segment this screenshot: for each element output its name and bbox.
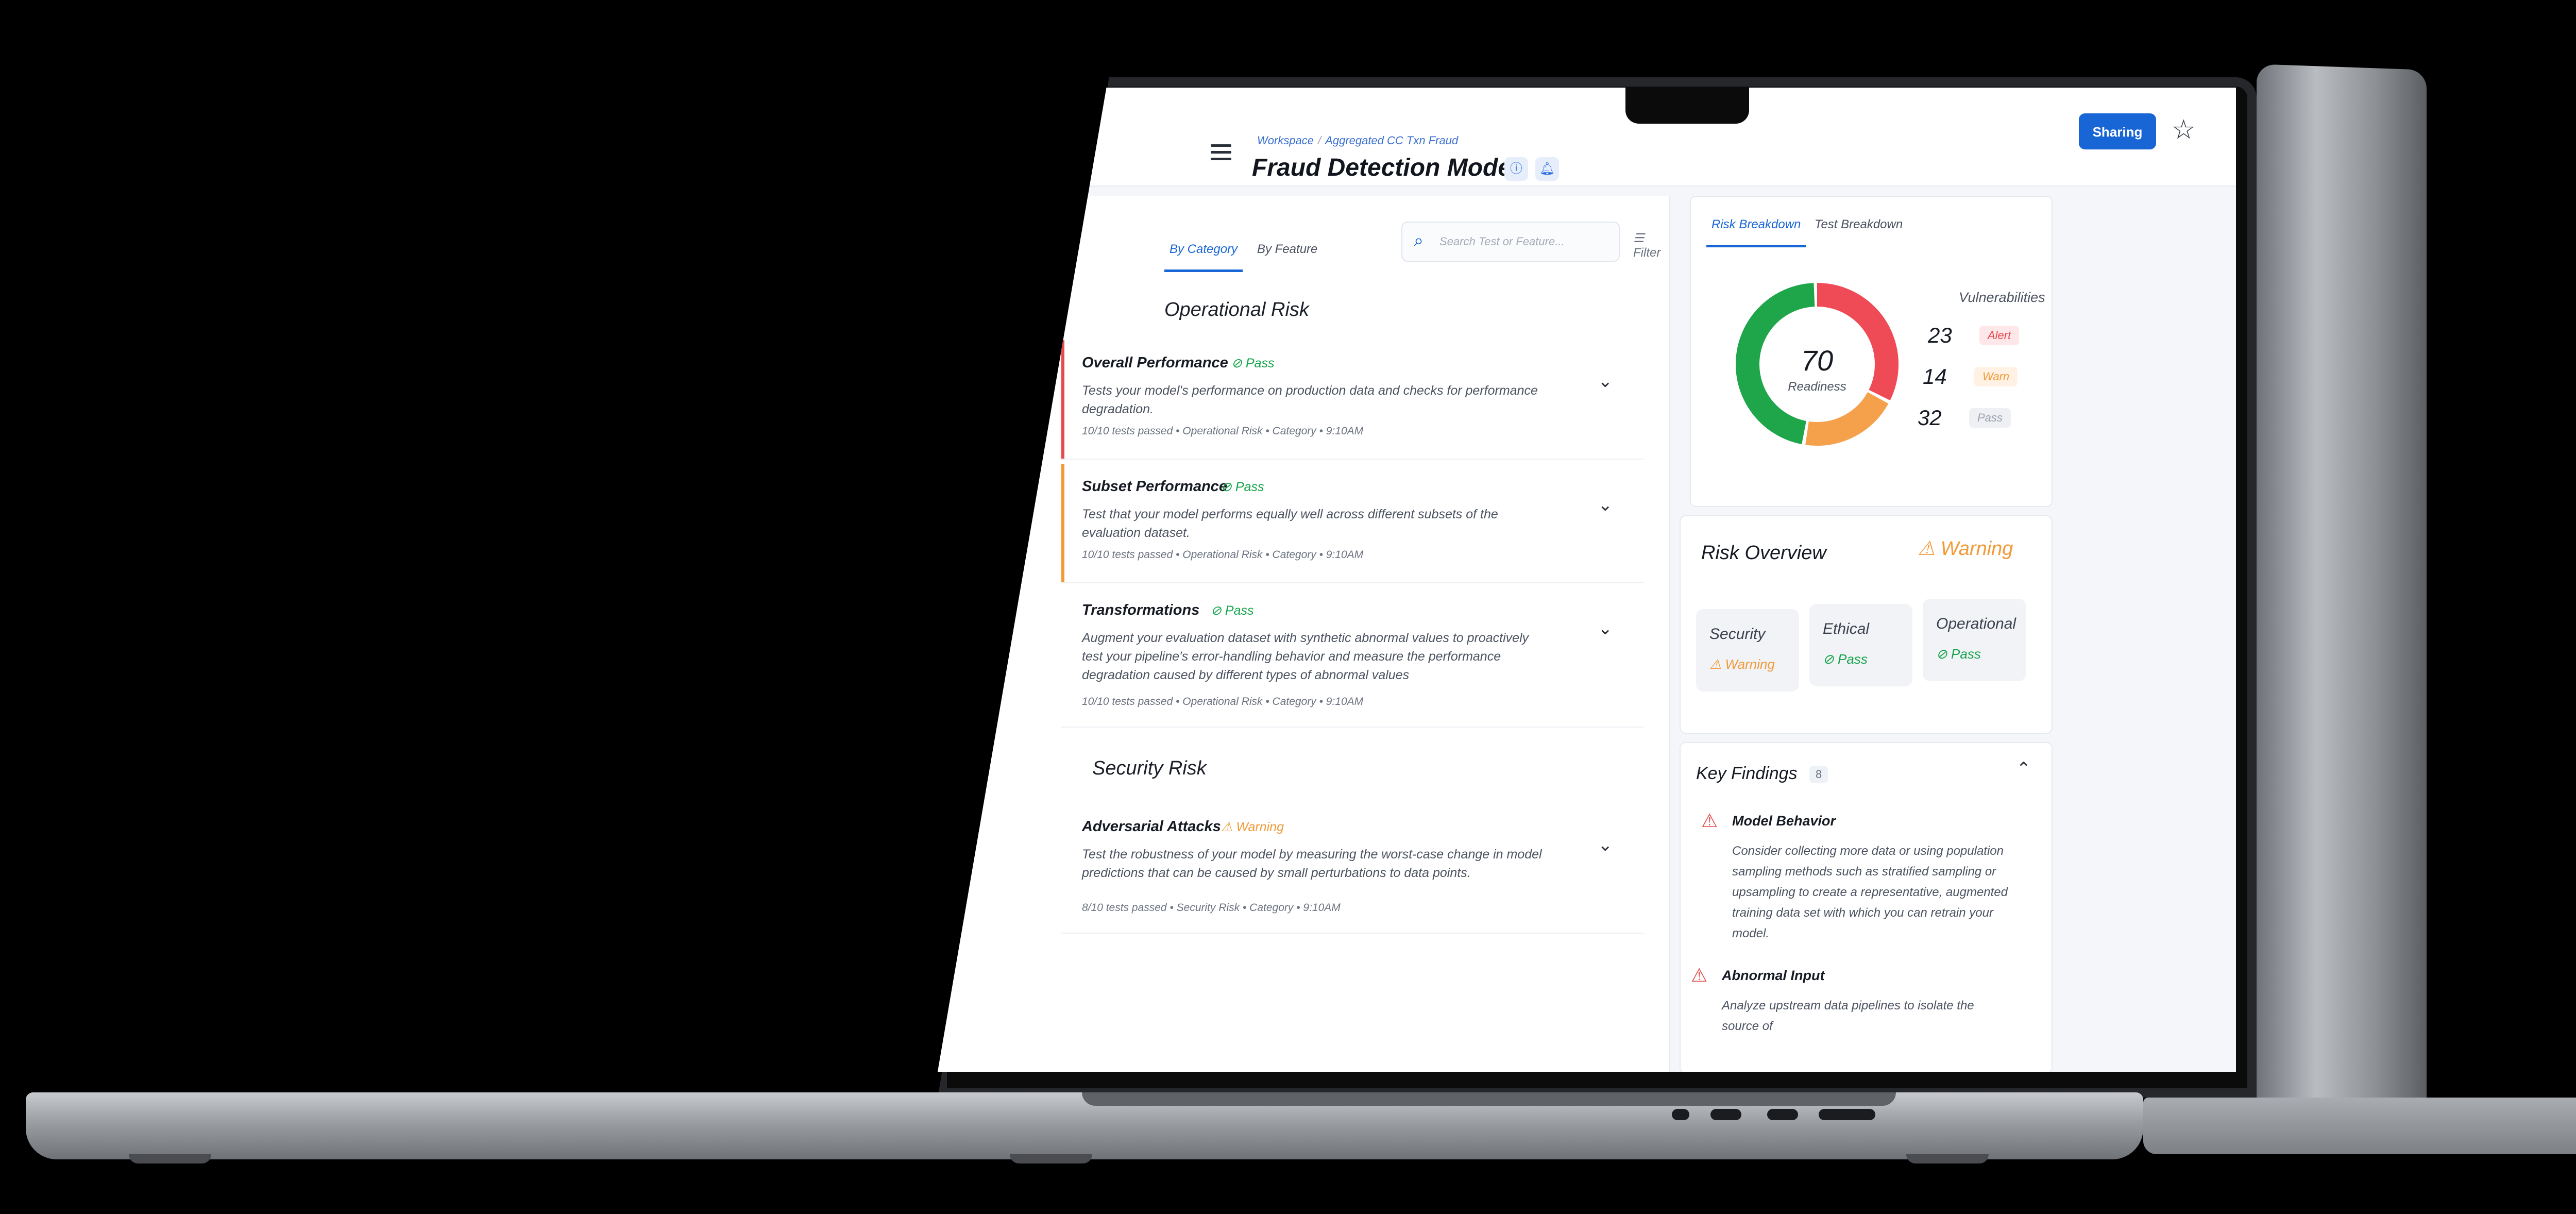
pass-badge: Pass: [1969, 408, 2011, 428]
finding-description: Analyze upstream data pipelines to isola…: [1722, 999, 1974, 1033]
test-status: ⊘ Pass: [1231, 356, 1275, 370]
filter-button[interactable]: ☰ Filter: [1633, 231, 1669, 260]
test-meta: 10/10 tests passed • Operational Risk • …: [1082, 696, 1364, 707]
laptop-foot: [1906, 1154, 1989, 1164]
readiness-label: Readiness: [1788, 380, 1846, 394]
breadcrumb-workspace[interactable]: Workspace: [1257, 134, 1314, 147]
section-header-security-risk: Security Risk: [1092, 757, 1207, 779]
star-icon[interactable]: ☆: [2172, 114, 2196, 145]
tile-name: Security: [1709, 626, 1766, 643]
tab-test-breakdown[interactable]: Test Breakdown: [1815, 217, 1903, 232]
section-header-operational-risk: Operational Risk: [1164, 299, 1309, 321]
laptop-foot: [129, 1154, 211, 1164]
severity-bar: [1061, 340, 1064, 459]
search-icon: ⌕: [1414, 231, 1424, 250]
risk-tile-ethical[interactable]: Ethical ⊘ Pass: [1809, 604, 1912, 686]
sharing-button[interactable]: Sharing: [2079, 113, 2156, 149]
usb-c-port: [1767, 1109, 1798, 1120]
test-status: ⊘ Pass: [1221, 480, 1264, 494]
chevron-up-icon[interactable]: ⌃: [2016, 758, 2031, 779]
risk-overview-status: ⚠ Warning: [1918, 538, 2013, 560]
test-description: Tests your model's performance on produc…: [1082, 383, 1538, 416]
finding-title: Model Behavior: [1732, 813, 1836, 829]
risk-tile-operational[interactable]: Operational ⊘ Pass: [1923, 599, 2026, 681]
test-name: Subset Performance: [1082, 478, 1228, 495]
background-laptop-lid: [2257, 64, 2427, 1132]
test-name: Overall Performance: [1082, 355, 1228, 371]
alert-triangle-icon: ⚠: [1691, 965, 1708, 986]
background-laptop-base: [2143, 1098, 2576, 1154]
chevron-down-icon[interactable]: ⌄: [1598, 618, 1613, 639]
breadcrumb-project[interactable]: Aggregated CC Txn Fraud: [1325, 134, 1458, 147]
breadcrumb: Workspace / Aggregated CC Txn Fraud: [1257, 134, 1459, 147]
test-name: Transformations: [1082, 602, 1200, 618]
test-description: Test the robustness of your model by mea…: [1082, 847, 1542, 880]
finding-title: Abnormal Input: [1722, 968, 1825, 983]
tile-status: ⚠ Warning: [1709, 656, 1775, 672]
severity-bar: [1061, 464, 1064, 582]
key-findings-count: 8: [1809, 766, 1828, 783]
page-title: Fraud Detection Model: [1252, 154, 1519, 181]
bell-icon[interactable]: 🔔︎: [1535, 157, 1559, 181]
search-input[interactable]: [1438, 230, 1611, 254]
filter-label: Filter: [1633, 246, 1661, 260]
laptop-screen: Workspace / Aggregated CC Txn Fraud Fraud …: [938, 88, 2236, 1072]
test-status: ⊘ Pass: [1211, 603, 1254, 618]
finding-description: Consider collecting more data or using p…: [1732, 844, 2008, 940]
test-description: Test that your model performs equally we…: [1082, 507, 1498, 540]
alert-count: 23: [1928, 323, 1952, 347]
test-meta: 8/10 tests passed • Security Risk • Cate…: [1082, 902, 1341, 914]
tab-by-category[interactable]: By Category: [1164, 242, 1243, 272]
test-description: Augment your evaluation dataset with syn…: [1082, 631, 1529, 682]
chevron-down-icon[interactable]: ⌄: [1598, 495, 1613, 515]
readiness-card: Risk Breakdown Test Breakdown 70 Readine…: [1690, 196, 2053, 507]
risk-tile-security[interactable]: Security ⚠ Warning: [1696, 609, 1799, 692]
filter-icon: ☰: [1633, 231, 1645, 245]
tile-name: Operational: [1936, 615, 2016, 632]
tile-name: Ethical: [1823, 620, 1870, 637]
risk-overview-title: Risk Overview: [1701, 542, 1826, 564]
laptop-foot: [1010, 1154, 1092, 1164]
tile-status: ⊘ Pass: [1823, 651, 1868, 667]
readiness-value: 70: [1801, 344, 1834, 377]
usb-c-port: [1710, 1109, 1741, 1120]
info-icon[interactable]: ⓘ: [1504, 157, 1528, 181]
test-meta: 10/10 tests passed • Operational Risk • …: [1082, 425, 1364, 437]
warn-count: 14: [1923, 364, 1947, 389]
test-card-subset-performance[interactable]: Subset Performance ⊘ Pass Test that your…: [1061, 464, 1643, 583]
risk-panel: Risk Breakdown Test Breakdown 70 Readine…: [1680, 196, 2236, 1072]
warn-badge: Warn: [1974, 367, 2018, 386]
test-card-transformations[interactable]: Transformations ⊘ Pass Augment your eval…: [1061, 587, 1643, 728]
key-findings-card: Key Findings 8 ⌃ ⚠ Model Behavior Consid…: [1680, 742, 2053, 1072]
test-card-overall-performance[interactable]: Overall Performance ⊘ Pass Tests your mo…: [1061, 340, 1643, 460]
chevron-down-icon[interactable]: ⌄: [1598, 371, 1613, 392]
hamburger-menu-icon[interactable]: [1211, 144, 1231, 160]
chevron-down-icon[interactable]: ⌄: [1598, 835, 1613, 855]
key-findings-title: Key Findings: [1696, 764, 1798, 783]
camera-notch: [1625, 88, 1749, 124]
headphone-port: [1672, 1109, 1689, 1120]
alert-badge: Alert: [1979, 326, 2020, 345]
test-meta: 10/10 tests passed • Operational Risk • …: [1082, 549, 1364, 561]
alert-triangle-icon: ⚠: [1701, 810, 1718, 831]
tab-by-feature[interactable]: By Feature: [1257, 242, 1317, 257]
test-card-adversarial-attacks[interactable]: Adversarial Attacks ⚠ Warning Test the r…: [1061, 804, 1643, 934]
tab-risk-breakdown[interactable]: Risk Breakdown: [1706, 217, 1806, 247]
search-box[interactable]: ⌕: [1401, 222, 1620, 262]
test-name: Adversarial Attacks: [1082, 818, 1221, 835]
test-status: ⚠ Warning: [1221, 820, 1284, 834]
laptop-hinge: [1082, 1092, 1896, 1106]
vulnerabilities-title: Vulnerabilities: [1959, 290, 2045, 305]
pass-count: 32: [1918, 406, 1942, 430]
tests-panel: By Category By Feature ⌕ ☰ Filter Operat…: [938, 196, 1670, 1072]
tile-status: ⊘ Pass: [1936, 646, 1981, 662]
magsafe-port: [1819, 1109, 1875, 1120]
top-bar: Workspace / Aggregated CC Txn Fraud Fraud …: [938, 88, 2236, 187]
risk-overview-card: Risk Overview ⚠ Warning Security ⚠ Warni…: [1680, 515, 2053, 734]
